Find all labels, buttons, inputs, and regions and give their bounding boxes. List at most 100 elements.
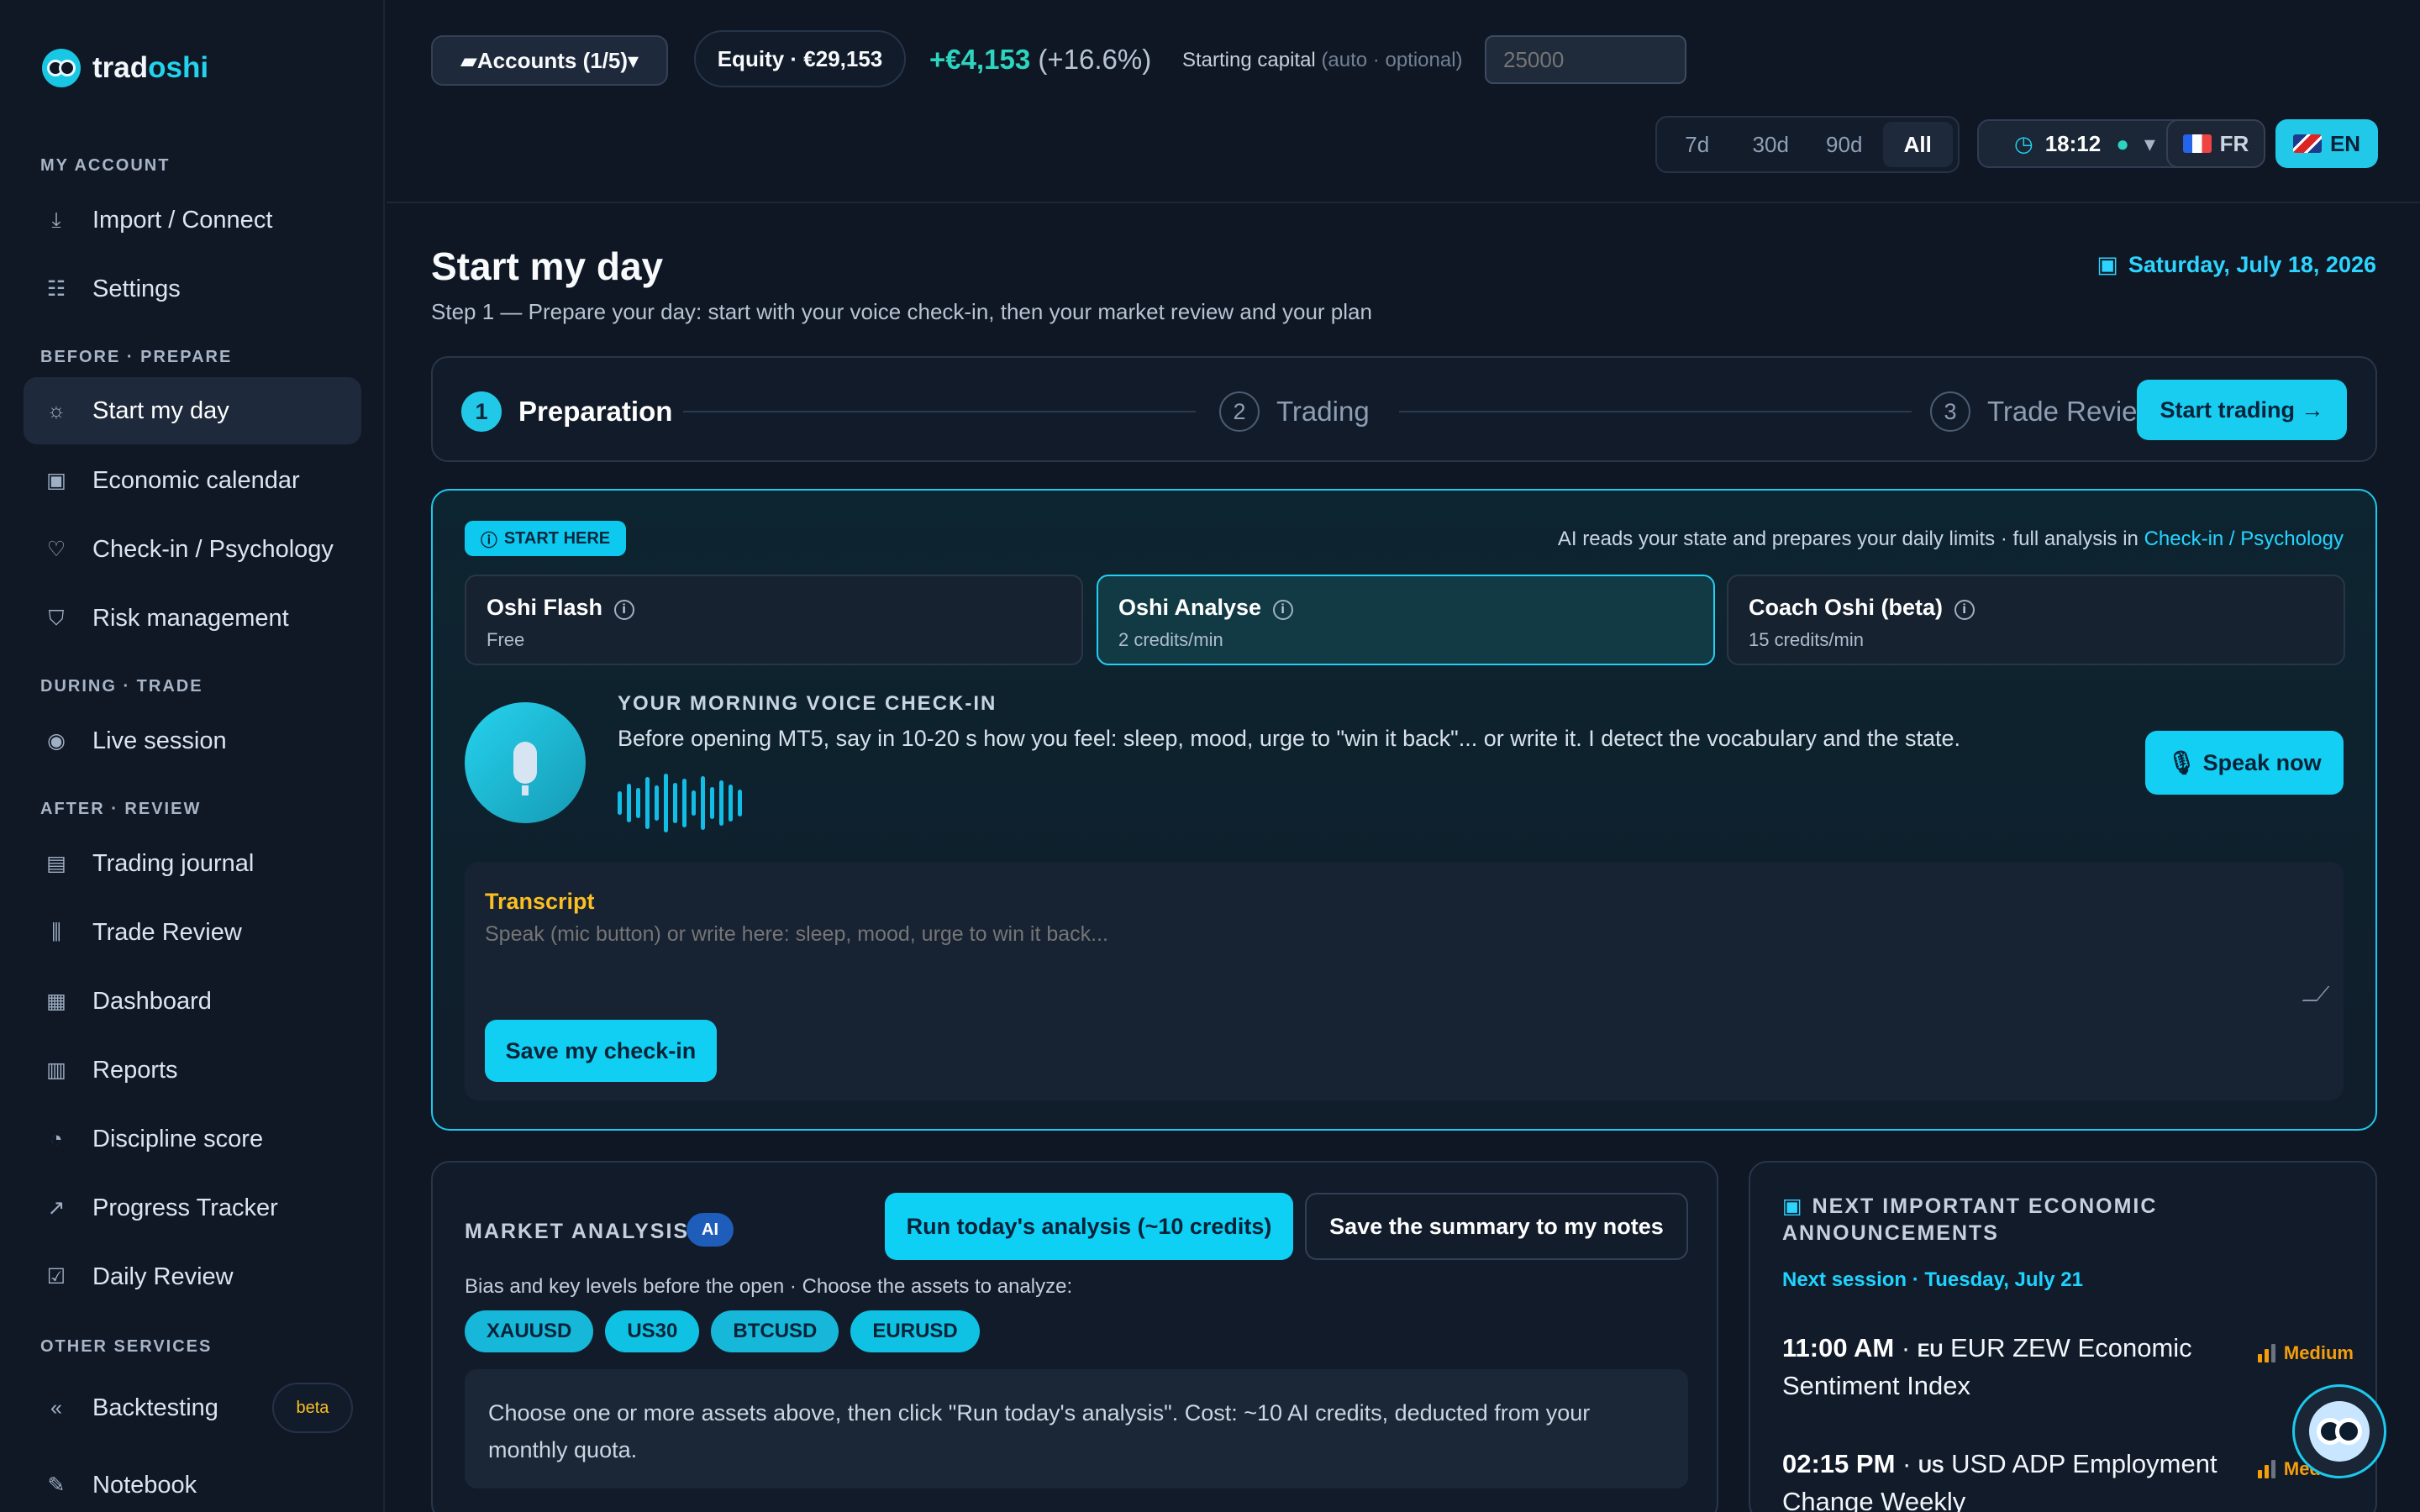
period-30d[interactable]: 30d: [1736, 122, 1807, 167]
signal-bars-icon: [2257, 1460, 2275, 1478]
save-checkin-button[interactable]: Save my check-in: [485, 1020, 717, 1082]
step-number: 1: [461, 391, 502, 432]
sidebar-item-progress-tracker[interactable]: ↗ Progress Tracker: [24, 1174, 361, 1242]
plan-oshi-flash[interactable]: Oshi Flash i Free: [465, 575, 1083, 665]
period-7d[interactable]: 7d: [1662, 122, 1733, 167]
sidebar-item-label: Risk management: [92, 604, 289, 632]
brand-name-part1: trad: [92, 51, 149, 84]
period-90d[interactable]: 90d: [1809, 122, 1880, 167]
info-icon[interactable]: i: [1954, 600, 1975, 620]
time-dropdown[interactable]: ◷ 18:12 ● ▾: [1977, 119, 2192, 168]
lang-en-button[interactable]: EN: [2275, 119, 2378, 168]
step-connector: [1399, 411, 1912, 412]
plan-oshi-analyse[interactable]: Oshi Analyse i 2 credits/min: [1097, 575, 1715, 665]
rewind-icon: «: [50, 1396, 62, 1420]
sliders-icon: ☷: [46, 277, 66, 301]
asset-chip-xauusd[interactable]: XAUUSD: [465, 1310, 594, 1352]
accounts-dropdown[interactable]: ▰ Accounts (1/5) ▾: [431, 35, 668, 86]
candles-icon: ⫼: [51, 921, 61, 944]
event-region: US: [1918, 1456, 1944, 1477]
sidebar-item-label: Backtesting: [92, 1394, 218, 1421]
sidebar-item-reports[interactable]: ▥ Reports: [24, 1037, 361, 1104]
sidebar-item-backtesting[interactable]: « Backtesting beta: [24, 1374, 361, 1441]
sidebar-item-daily-review[interactable]: ☑ Daily Review: [24, 1243, 361, 1310]
event-region: EU: [1917, 1340, 1944, 1361]
start-trading-button[interactable]: Start trading →: [2137, 380, 2347, 440]
checkin-psychology-link[interactable]: Check-in / Psychology: [2144, 528, 2344, 550]
sidebar-item-live-session[interactable]: ◉ Live session: [24, 707, 361, 774]
speak-now-button[interactable]: 🎙 Speak now: [2145, 731, 2344, 795]
owl-assistant-icon: [2309, 1401, 2370, 1462]
starting-capital-input[interactable]: [1485, 35, 1686, 84]
plan-price: 15 credits/min: [1749, 629, 1864, 650]
uk-flag-icon: [2292, 134, 2322, 153]
ai-note: AI reads your state and prepares your da…: [1558, 528, 2344, 551]
sidebar-item-economic-calendar[interactable]: ▣ Economic calendar: [24, 447, 361, 514]
step-connector: [683, 411, 1196, 412]
capital-hint: (auto · optional): [1321, 49, 1463, 71]
economic-event[interactable]: 02:15 PM · US USD ADP Employment Change …: [1782, 1446, 2354, 1512]
lang-fr-button[interactable]: FR: [2166, 119, 2265, 168]
section-after-review: AFTER · REVIEW: [40, 800, 202, 818]
sidebar-item-notebook[interactable]: ✎ Notebook: [24, 1452, 361, 1512]
sidebar-item-discipline-score[interactable]: ◔ Discipline score: [24, 1105, 361, 1173]
plan-coach-oshi[interactable]: Coach Oshi (beta) i 15 credits/min: [1727, 575, 2345, 665]
period-all[interactable]: All: [1882, 122, 1953, 167]
run-analysis-button[interactable]: Run today's analysis (~10 credits): [885, 1193, 1293, 1260]
page-subtitle: Step 1 — Prepare your day: start with yo…: [431, 299, 1372, 324]
audio-wave-icon: [618, 773, 742, 833]
sidebar-item-label: Reports: [92, 1056, 178, 1084]
sidebar-item-trade-review[interactable]: ⫼ Trade Review: [24, 899, 361, 966]
asset-chip-eurusd[interactable]: EURUSD: [850, 1310, 980, 1352]
brand[interactable]: tradoshi: [42, 49, 208, 87]
accounts-label: Accounts (1/5): [476, 47, 629, 73]
beta-badge: beta: [271, 1383, 353, 1433]
impact-indicator: Medium: [2257, 1342, 2354, 1364]
asset-chip-us30[interactable]: US30: [605, 1310, 700, 1352]
sidebar-item-label: Live session: [92, 727, 227, 754]
start-here-badge: ⓘ START HERE: [465, 521, 626, 556]
sidebar-item-label: Import / Connect: [92, 206, 273, 234]
sidebar-item-dashboard[interactable]: ▦ Dashboard: [24, 968, 361, 1035]
gain-value: +€4,153: [929, 44, 1031, 75]
step-trading[interactable]: 2 Trading: [1219, 391, 1370, 432]
sidebar-item-label: Trade Review: [92, 918, 242, 946]
lang-fr-label: FR: [2219, 130, 2249, 156]
owl-assistant-button[interactable]: [2292, 1384, 2386, 1478]
sidebar-item-label: Notebook: [92, 1471, 197, 1499]
french-flag-icon: [2182, 134, 2212, 153]
calendar-icon: ▣: [2096, 252, 2118, 277]
sidebar-item-risk-management[interactable]: ⛉ Risk management: [24, 585, 361, 652]
capital-label-text: Starting capital: [1182, 49, 1316, 71]
plan-name-text: Coach Oshi (beta): [1749, 595, 1944, 620]
economic-event[interactable]: 11:00 AM · EU EUR ZEW Economic Sentiment…: [1782, 1331, 2354, 1404]
economic-announcements-card: ▣ NEXT IMPORTANT ECONOMIC ANNOUNCEMENTS N…: [1749, 1161, 2377, 1512]
transcript-input[interactable]: [485, 922, 2323, 1006]
sidebar-item-settings[interactable]: ☷ Settings: [24, 255, 361, 323]
day-stepper: 1 Preparation 2 Trading 3 Trade Review Star…: [431, 356, 2377, 462]
calendar-icon: ▣: [46, 469, 66, 492]
broadcast-icon: ◉: [47, 729, 66, 753]
chevron-down-icon: ▾: [2144, 130, 2155, 156]
plan-name-text: Oshi Flash: [487, 595, 603, 620]
step-label: Trade Review: [1987, 396, 2158, 427]
sidebar-item-trading-journal[interactable]: ▤ Trading journal: [24, 830, 361, 897]
main-content: ▰ Accounts (1/5) ▾ Equity · €29,153 +€4,…: [387, 0, 2420, 1512]
folder-icon: ▰: [460, 47, 477, 73]
event-time: 02:15 PM: [1782, 1449, 1896, 1478]
sidebar-item-start-my-day[interactable]: ☼ Start my day: [24, 377, 361, 444]
edit-icon: ✎: [47, 1473, 66, 1497]
save-summary-button[interactable]: Save the summary to my notes: [1305, 1193, 1688, 1260]
asset-chip-btcusd[interactable]: BTCUSD: [711, 1310, 839, 1352]
info-icon: ⓘ: [480, 531, 497, 550]
step-preparation[interactable]: 1 Preparation: [461, 391, 672, 432]
microphone-icon: 🎙: [2167, 750, 2196, 775]
sidebar-item-check-in[interactable]: ♡ Check-in / Psychology: [24, 516, 361, 583]
info-icon[interactable]: i: [613, 600, 634, 620]
info-icon[interactable]: i: [1272, 600, 1293, 620]
microphone-button[interactable]: [465, 702, 586, 823]
sidebar-item-import[interactable]: ⤓ Import / Connect: [24, 186, 361, 254]
chevron-down-icon: ▾: [628, 47, 639, 73]
economic-announcements-title: ▣ NEXT IMPORTANT ECONOMIC ANNOUNCEMENTS: [1782, 1193, 2286, 1247]
step-trade-review[interactable]: 3 Trade Review: [1930, 391, 2157, 432]
